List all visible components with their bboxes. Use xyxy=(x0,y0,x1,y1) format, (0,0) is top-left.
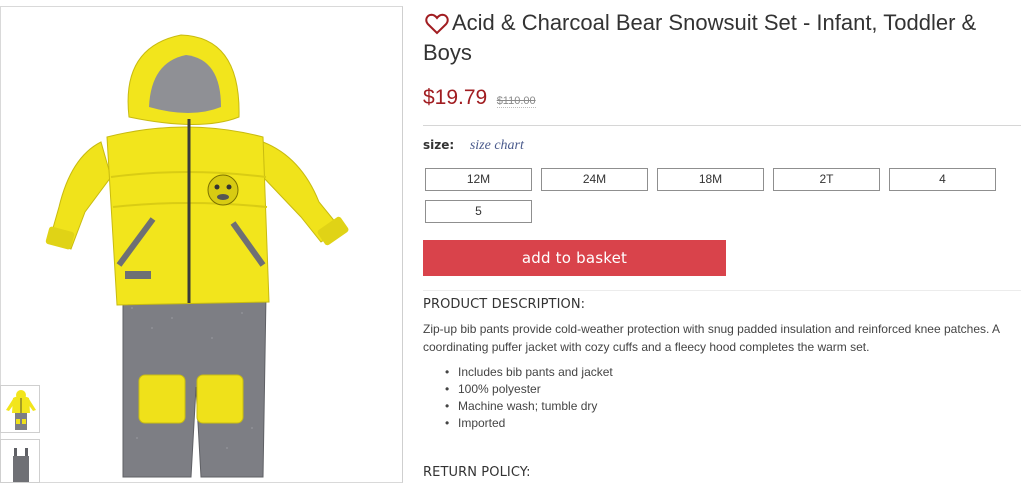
size-option-2t[interactable]: 2T xyxy=(773,168,880,191)
product-title: Acid & Charcoal Bear Snowsuit Set - Infa… xyxy=(423,10,977,65)
return-policy-heading: RETURN POLICY: xyxy=(423,465,531,480)
size-option-18m[interactable]: 18M xyxy=(657,168,764,191)
size-label-row: size: size chart xyxy=(423,137,524,154)
divider xyxy=(423,290,1021,291)
original-price: $110.00 xyxy=(496,95,536,108)
size-option-5[interactable]: 5 xyxy=(425,200,532,223)
divider xyxy=(423,125,1021,126)
size-option-4[interactable]: 4 xyxy=(889,168,996,191)
size-option-12m[interactable]: 12M xyxy=(425,168,532,191)
thumbnail-bib-pants-image xyxy=(13,448,29,482)
size-label: size: xyxy=(423,138,455,152)
list-item: Machine wash; tumble dry xyxy=(445,398,613,415)
size-chart-link[interactable]: size chart xyxy=(470,138,524,153)
add-to-basket-button[interactable]: add to basket xyxy=(423,240,726,276)
product-description-heading: PRODUCT DESCRIPTION: xyxy=(423,297,586,312)
thumbnail-snowsuit-image xyxy=(6,390,36,430)
list-item: 100% polyester xyxy=(445,381,613,398)
main-product-image[interactable] xyxy=(0,6,403,483)
sale-price: $19.79 xyxy=(423,86,488,109)
snowsuit-illustration xyxy=(45,34,349,478)
list-item: Includes bib pants and jacket xyxy=(445,364,613,381)
title-row: Acid & Charcoal Bear Snowsuit Set - Infa… xyxy=(423,8,1013,68)
product-description-text: Zip-up bib pants provide cold-weather pr… xyxy=(423,322,1000,354)
thumbnail-2[interactable] xyxy=(0,439,40,483)
feature-list: Includes bib pants and jacket 100% polye… xyxy=(445,364,613,432)
heart-icon[interactable] xyxy=(425,13,449,35)
product-gallery xyxy=(0,0,404,483)
thumbnail-1[interactable] xyxy=(0,385,40,433)
size-option-24m[interactable]: 24M xyxy=(541,168,648,191)
price-row: $19.79 $110.00 xyxy=(423,86,536,116)
list-item: Imported xyxy=(445,415,613,432)
